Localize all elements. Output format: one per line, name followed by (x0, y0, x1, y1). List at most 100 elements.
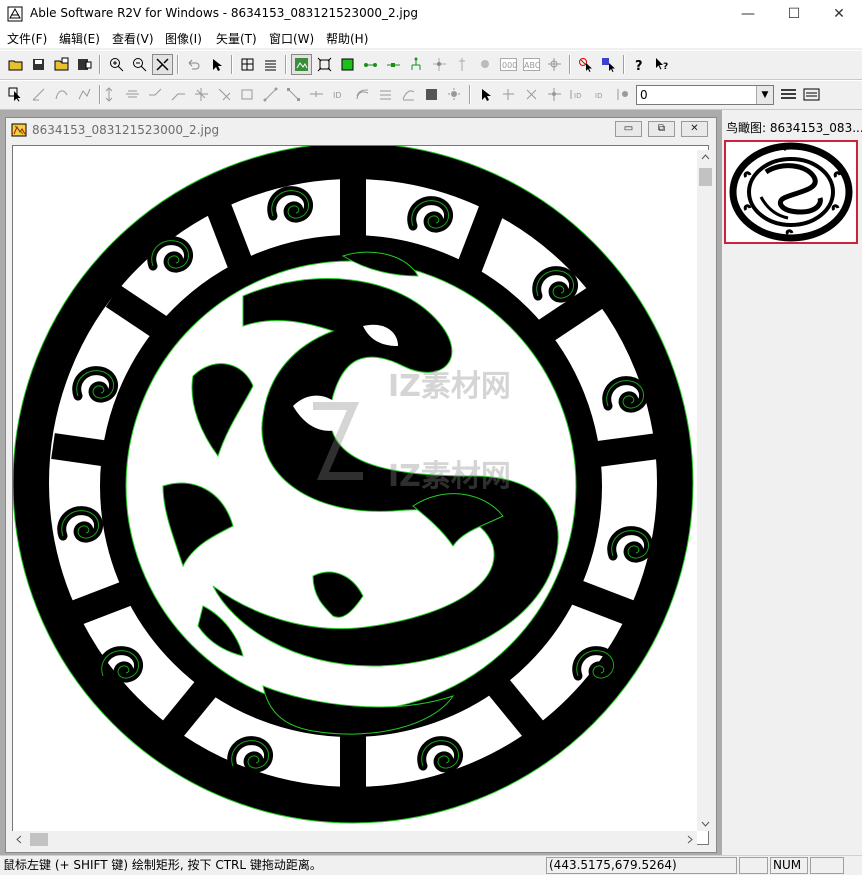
select-arrow-icon[interactable] (206, 54, 227, 75)
chevron-down-icon[interactable]: ▼ (756, 86, 773, 104)
menu-help[interactable]: 帮助(H) (326, 30, 368, 47)
menu-bar: 文件(F) 编辑(E) 查看(V) 图像(I) 矢量(T) 窗口(W) 帮助(H… (0, 28, 862, 48)
draw-curve-icon[interactable] (51, 84, 72, 105)
id-icon[interactable]: ID (329, 84, 350, 105)
doc-close-button[interactable]: ✕ (681, 121, 708, 137)
doc-restore-button[interactable]: ⧉ (648, 121, 675, 137)
stop-select-icon[interactable] (575, 54, 596, 75)
fill-rect-icon[interactable] (398, 84, 419, 105)
contour-icon[interactable] (352, 84, 373, 105)
line-ends-icon[interactable] (260, 84, 281, 105)
menu-edit[interactable]: 编辑(E) (59, 30, 100, 47)
contour-2-icon[interactable] (375, 84, 396, 105)
app-icon (7, 6, 23, 22)
vertical-scrollbar[interactable] (697, 150, 714, 831)
context-help-icon[interactable]: ? (652, 54, 673, 75)
node-line-2-icon[interactable] (383, 54, 404, 75)
menu-file[interactable]: 文件(F) (7, 30, 47, 47)
point-icon[interactable] (429, 54, 450, 75)
pin-icon[interactable] (452, 54, 473, 75)
doc-minimize-button[interactable]: ▭ (615, 121, 642, 137)
text-000-icon[interactable]: 000 (498, 54, 519, 75)
circle-dot-icon[interactable] (475, 54, 496, 75)
select-color-icon[interactable] (598, 54, 619, 75)
light-3-icon[interactable] (613, 84, 634, 105)
window-title: Able Software R2V for Windows - 8634153_… (30, 6, 418, 20)
menu-vector[interactable]: 矢量(T) (216, 30, 257, 47)
horizontal-align-icon[interactable] (122, 84, 143, 105)
arrow-select-icon[interactable] (475, 84, 496, 105)
svg-text:ABC: ABC (524, 61, 540, 70)
light-icon[interactable] (421, 84, 442, 105)
label-id-icon[interactable]: ID (567, 84, 588, 105)
add-node-icon[interactable] (498, 84, 519, 105)
toolbar-separator (469, 85, 471, 104)
scroll-thumb-h (30, 833, 48, 846)
help-icon[interactable]: ? (629, 54, 650, 75)
remove-node-icon[interactable] (521, 84, 542, 105)
svg-text:?: ? (663, 62, 668, 72)
toolbar-separator (285, 55, 287, 74)
birdseye-view[interactable] (724, 140, 858, 244)
svg-text:?: ? (635, 59, 643, 72)
menu-view[interactable]: 查看(V) (112, 30, 154, 47)
scroll-down-icon (701, 821, 710, 827)
svg-text:ID: ID (333, 91, 342, 100)
node-delete-icon[interactable] (214, 84, 235, 105)
save-image-icon[interactable] (74, 54, 95, 75)
birdseye-panel: 鸟瞰图: 8634153_083... (722, 116, 862, 855)
close-button[interactable]: ✕ (816, 0, 862, 28)
light-2-icon[interactable] (444, 84, 465, 105)
draw-line-icon[interactable] (28, 84, 49, 105)
node-move-icon[interactable] (191, 84, 212, 105)
label-id-2-icon[interactable]: ID (590, 84, 611, 105)
menu-image[interactable]: 图像(I) (165, 30, 202, 47)
undo-icon[interactable] (183, 54, 204, 75)
menu-window[interactable]: 窗口(W) (269, 30, 314, 47)
scroll-up-icon (701, 154, 710, 160)
auto-trace-icon[interactable] (152, 54, 173, 75)
title-bar: Able Software R2V for Windows - 8634153_… (0, 0, 862, 28)
status-bar: 鼠标左键 (+ SHIFT 键) 绘制矩形, 按下 CTRL 键拖动距离。 (4… (0, 855, 862, 875)
document-title: 8634153_083121523000_2.jpg (32, 123, 220, 137)
node-line-icon[interactable] (360, 54, 381, 75)
zoom-in-icon[interactable] (106, 54, 127, 75)
line-id-combo[interactable]: 0 ▼ (636, 85, 774, 105)
layer-grid-icon[interactable] (237, 54, 258, 75)
layers-2-icon[interactable] (801, 84, 822, 105)
vertical-align-icon[interactable] (99, 84, 120, 105)
minimize-button[interactable]: — (725, 0, 771, 28)
vector-toolbar: ID ID ID 0 ▼ (0, 80, 862, 110)
layer-stack-icon[interactable] (260, 54, 281, 75)
document-window: 8634153_083121523000_2.jpg ▭ ⧉ ✕ IZ素材网 I… (5, 117, 717, 853)
crosshair-icon[interactable] (544, 54, 565, 75)
document-icon (11, 123, 27, 137)
cross-icon[interactable] (544, 84, 565, 105)
image-view-icon[interactable] (291, 54, 312, 75)
split-icon[interactable] (306, 84, 327, 105)
document-title-bar[interactable]: 8634153_083121523000_2.jpg ▭ ⧉ ✕ (6, 118, 716, 142)
image-canvas[interactable]: IZ素材网 IZ素材网 (12, 145, 709, 845)
save-icon[interactable] (28, 54, 49, 75)
rect-icon[interactable] (237, 84, 258, 105)
fit-window-icon[interactable] (314, 54, 335, 75)
text-abc-icon[interactable]: ABC (521, 54, 542, 75)
open-icon[interactable] (5, 54, 26, 75)
edit-pointer-icon[interactable] (5, 84, 26, 105)
draw-poly-icon[interactable] (74, 84, 95, 105)
birdseye-title: 鸟瞰图: 8634153_083... (726, 121, 862, 135)
horizontal-scrollbar[interactable] (12, 831, 697, 848)
toolbar-separator (99, 55, 101, 74)
main-toolbar: 000 ABC ? ? (0, 50, 862, 80)
node-tree-icon[interactable] (406, 54, 427, 75)
join-icon[interactable] (145, 84, 166, 105)
status-blank (739, 857, 768, 874)
open-image-icon[interactable] (51, 54, 72, 75)
green-square-icon[interactable] (337, 54, 358, 75)
toolbar-separator (177, 55, 179, 74)
zoom-out-icon[interactable] (129, 54, 150, 75)
layers-icon[interactable] (778, 84, 799, 105)
join-2-icon[interactable] (168, 84, 189, 105)
diagonal-icon[interactable] (283, 84, 304, 105)
maximize-button[interactable]: ☐ (771, 0, 817, 28)
